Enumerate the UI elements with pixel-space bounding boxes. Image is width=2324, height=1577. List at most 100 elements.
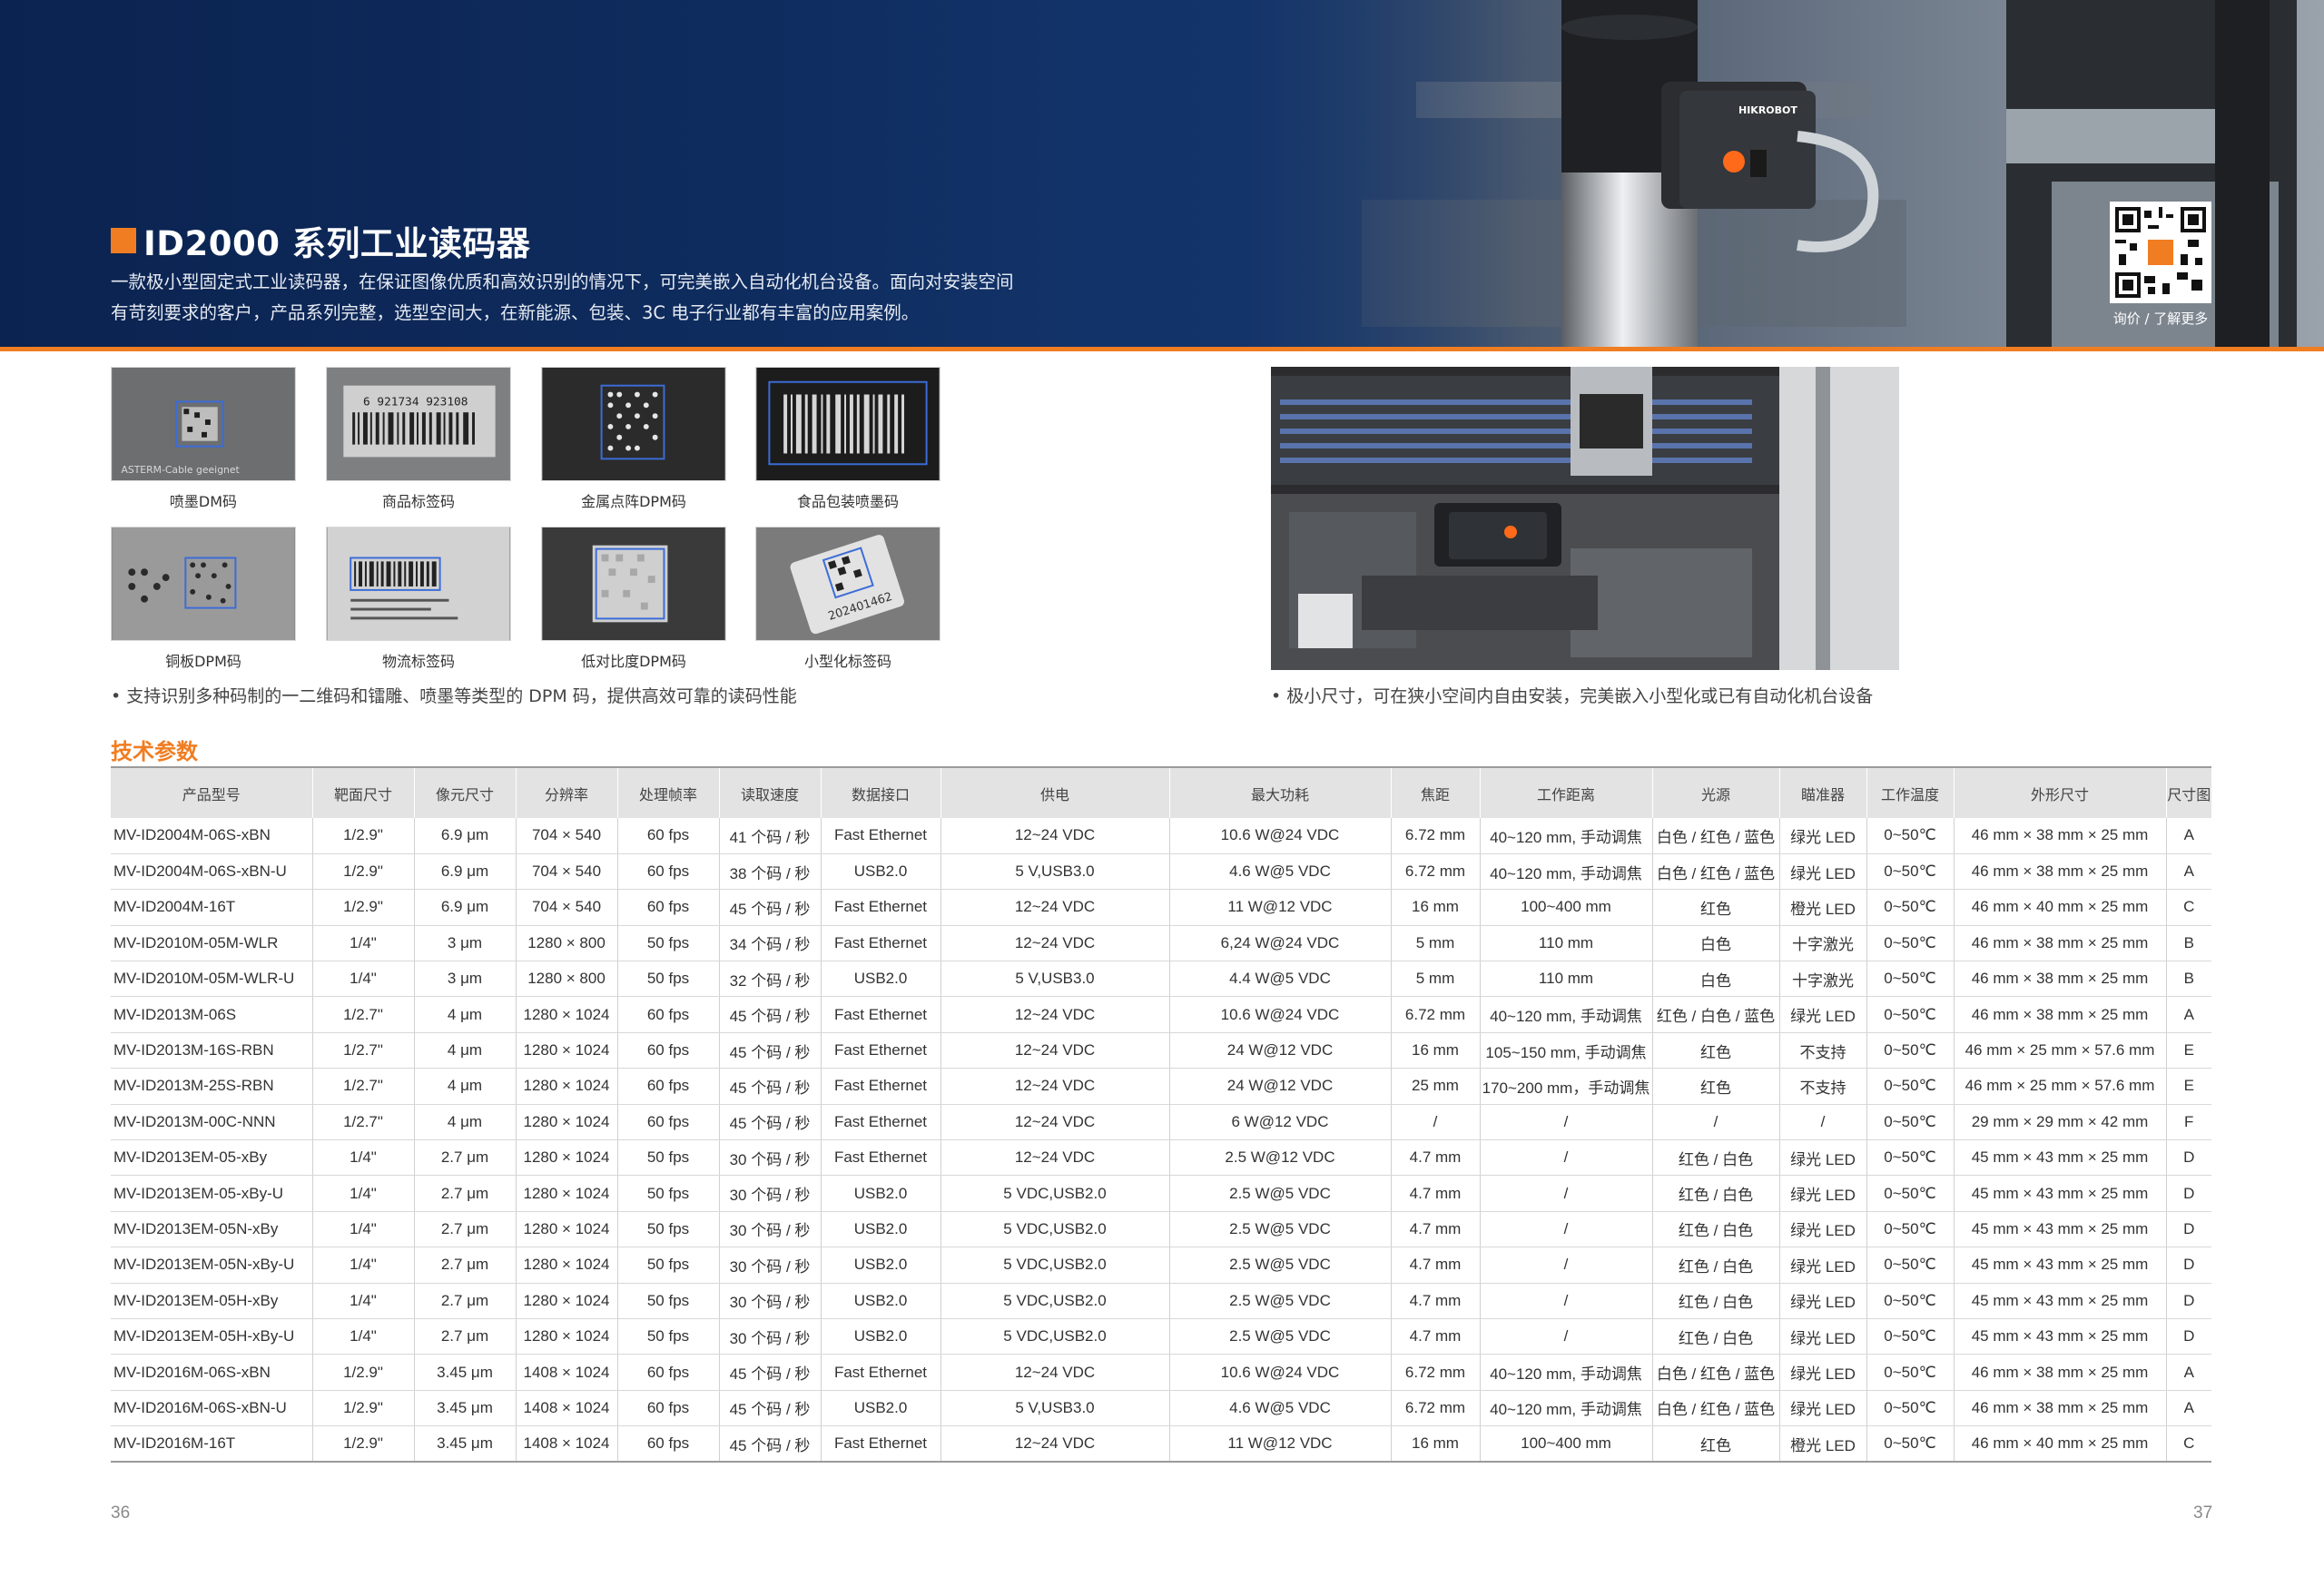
table-cell: 白色 / 红色 / 蓝色 <box>1651 1354 1779 1391</box>
table-cell: 46 mm × 25 mm × 57.6 mm <box>1953 1068 2166 1105</box>
table-cell: 0~50℃ <box>1866 1175 1954 1212</box>
column-header: 工作温度 <box>1866 766 1954 818</box>
table-cell: 1/4" <box>311 1175 414 1212</box>
table-cell: 45 个码 / 秒 <box>718 1354 821 1391</box>
table-cell: 5 VDC,USB2.0 <box>940 1175 1169 1212</box>
column-header: 外形尺寸 <box>1953 766 2166 818</box>
title-text: ID2000 系列工业读码器 <box>143 224 531 263</box>
table-cell: 0~50℃ <box>1866 1211 1954 1248</box>
table-cell: 红色 <box>1651 1032 1779 1069</box>
table-cell: / <box>1390 1104 1480 1141</box>
table-cell: 5 mm <box>1390 961 1480 998</box>
table-cell: 60 fps <box>616 1068 719 1105</box>
table-cell: MV-ID2013M-25S-RBN <box>111 1068 312 1105</box>
table-cell: 5 V,USB3.0 <box>940 961 1169 998</box>
table-cell: 1280 × 1024 <box>515 1247 617 1284</box>
table-cell: 100~400 mm <box>1479 1425 1652 1464</box>
table-cell: 4.7 mm <box>1390 1318 1480 1355</box>
table-cell: 5 VDC,USB2.0 <box>940 1247 1169 1284</box>
sample-inkjet-dm: ASTERM-Cable geeignet 喷墨DM码 <box>111 367 296 511</box>
table-cell: 1/2.9" <box>311 853 414 891</box>
table-cell: 4.4 W@5 VDC <box>1168 961 1391 998</box>
table-cell: 1/2.9" <box>311 889 414 926</box>
table-cell: 5 mm <box>1390 925 1480 962</box>
table-cell: 45 mm × 43 mm × 25 mm <box>1953 1283 2166 1319</box>
table-cell: E <box>2165 1032 2211 1069</box>
table-cell: 41 个码 / 秒 <box>718 818 821 854</box>
table-cell: 60 fps <box>616 1032 719 1069</box>
table-cell: 2.7 μm <box>413 1283 516 1319</box>
spec-table-header: 产品型号 靶面尺寸 像元尺寸 分辨率 处理帧率 读取速度 数据接口 供电 最大功耗 焦距 工作距离光… <box>111 766 2211 818</box>
table-cell: 40~120 mm, 手动调焦 <box>1479 853 1652 891</box>
table-cell: 1/2.7" <box>311 1032 414 1069</box>
table-cell: 30 个码 / 秒 <box>718 1247 821 1284</box>
table-cell: 6.72 mm <box>1390 853 1480 891</box>
table-cell: 1/4" <box>311 1247 414 1284</box>
table-cell: 24 W@12 VDC <box>1168 1068 1391 1105</box>
table-cell: MV-ID2010M-05M-WLR <box>111 925 312 962</box>
sample-product-label: 6 921734 923108 商品标签码 <box>326 367 511 511</box>
qr-caption: 询价 / 了解更多 <box>2112 310 2209 327</box>
table-cell: Fast Ethernet <box>820 1354 940 1391</box>
table-cell: A <box>2165 1354 2211 1391</box>
accent-line <box>0 347 2324 351</box>
table-cell: 6.72 mm <box>1390 996 1480 1033</box>
table-cell: 12~24 VDC <box>940 996 1169 1033</box>
table-cell: 4 μm <box>413 1104 516 1141</box>
table-cell: 45 个码 / 秒 <box>718 1032 821 1069</box>
table-row: MV-ID2013M-00C-NNN 1/2.7" 4 μm 1280 × 1024 6… <box>111 1104 2211 1141</box>
table-cell: B <box>2165 961 2211 998</box>
table-cell: 30 个码 / 秒 <box>718 1175 821 1212</box>
metal-dpm-image <box>541 367 726 481</box>
column-header: 最大功耗 <box>1168 766 1391 818</box>
table-cell: 45 个码 / 秒 <box>718 889 821 926</box>
table-cell: 不支持 <box>1778 1032 1866 1069</box>
table-cell: 绿光 LED <box>1778 853 1866 891</box>
table-cell: USB2.0 <box>820 1390 940 1427</box>
table-cell: MV-ID2016M-06S-xBN <box>111 1354 312 1391</box>
table-cell: 绿光 LED <box>1778 1390 1866 1427</box>
table-cell: 5 VDC,USB2.0 <box>940 1318 1169 1355</box>
table-cell: C <box>2165 889 2211 926</box>
table-cell: 绿光 LED <box>1778 996 1866 1033</box>
table-cell: 白色 <box>1651 925 1779 962</box>
table-cell: 12~24 VDC <box>940 1068 1169 1105</box>
table-cell: / <box>1651 1104 1779 1141</box>
table-cell: 2.5 W@5 VDC <box>1168 1175 1391 1212</box>
table-cell: D <box>2165 1139 2211 1177</box>
qr-code-icon[interactable] <box>2110 202 2211 303</box>
copper-dpm-image <box>111 527 296 641</box>
table-cell: 45 mm × 43 mm × 25 mm <box>1953 1175 2166 1212</box>
table-cell: 绿光 LED <box>1778 1211 1866 1248</box>
table-cell: 38 个码 / 秒 <box>718 853 821 891</box>
table-cell: USB2.0 <box>820 1247 940 1284</box>
table-cell: 10.6 W@24 VDC <box>1168 1354 1391 1391</box>
sample-food-inkjet: 食品包装喷墨码 <box>755 367 940 511</box>
table-cell: 30 个码 / 秒 <box>718 1211 821 1248</box>
column-header: 尺寸图 <box>2165 766 2211 818</box>
table-cell: 3.45 μm <box>413 1425 516 1464</box>
page-number-left: 36 <box>111 1503 131 1523</box>
table-cell: 4 μm <box>413 1032 516 1069</box>
table-cell: 11 W@12 VDC <box>1168 1425 1391 1464</box>
table-cell: 红色 / 白色 <box>1651 1211 1779 1248</box>
table-cell: 4.7 mm <box>1390 1283 1480 1319</box>
table-cell: 1/4" <box>311 1139 414 1177</box>
sample-mini-label: 202401462 小型化标签码 <box>755 527 940 671</box>
table-cell: A <box>2165 818 2211 854</box>
table-cell: 50 fps <box>616 1318 719 1355</box>
spec-table: 产品型号 靶面尺寸 像元尺寸 分辨率 处理帧率 读取速度 数据接口 供电 最大功耗 焦距 工作距离光… <box>111 766 2211 1464</box>
table-cell: 6.72 mm <box>1390 1390 1480 1427</box>
table-cell: 110 mm <box>1479 925 1652 962</box>
table-cell: 60 fps <box>616 1104 719 1141</box>
table-cell: 6.9 μm <box>413 889 516 926</box>
table-cell: 12~24 VDC <box>940 1354 1169 1391</box>
table-cell: 红色 <box>1651 889 1779 926</box>
column-header: 靶面尺寸 <box>311 766 414 818</box>
table-cell: Fast Ethernet <box>820 996 940 1033</box>
table-cell: 0~50℃ <box>1866 1032 1954 1069</box>
table-cell: A <box>2165 996 2211 1033</box>
table-cell: 0~50℃ <box>1866 1247 1954 1284</box>
table-cell: D <box>2165 1318 2211 1355</box>
table-cell: 5 VDC,USB2.0 <box>940 1283 1169 1319</box>
